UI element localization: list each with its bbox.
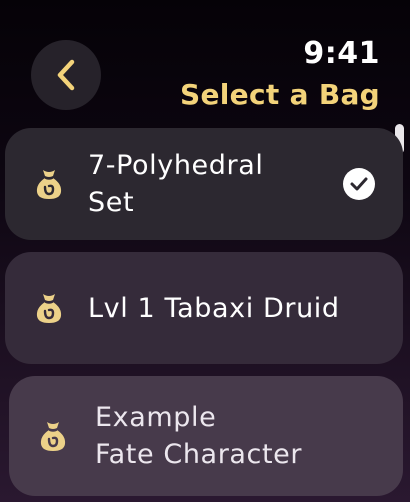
checkmark-icon xyxy=(343,168,375,200)
bag-row-polyhedral-set[interactable]: 7-Polyhedral Set xyxy=(5,128,403,240)
chevron-left-icon xyxy=(57,59,75,91)
bag-icon xyxy=(40,422,66,451)
watch-screen: 9:41 Select a Bag 7-Polyhedral Set Lvl 1… xyxy=(0,0,410,502)
bag-row-tabaxi-druid[interactable]: Lvl 1 Tabaxi Druid xyxy=(5,252,403,364)
bag-row-label: 7-Polyhedral Set xyxy=(88,150,264,218)
bag-row-label: Lvl 1 Tabaxi Druid xyxy=(88,292,340,324)
bag-icon xyxy=(36,170,62,199)
back-button[interactable] xyxy=(31,40,101,110)
bag-row-label: Example Fate Character xyxy=(95,402,303,470)
status-time: 9:41 xyxy=(303,36,380,71)
bag-row-fate-character[interactable]: Example Fate Character xyxy=(9,376,403,496)
page-title: Select a Bag xyxy=(180,78,380,111)
bag-icon xyxy=(36,294,62,323)
